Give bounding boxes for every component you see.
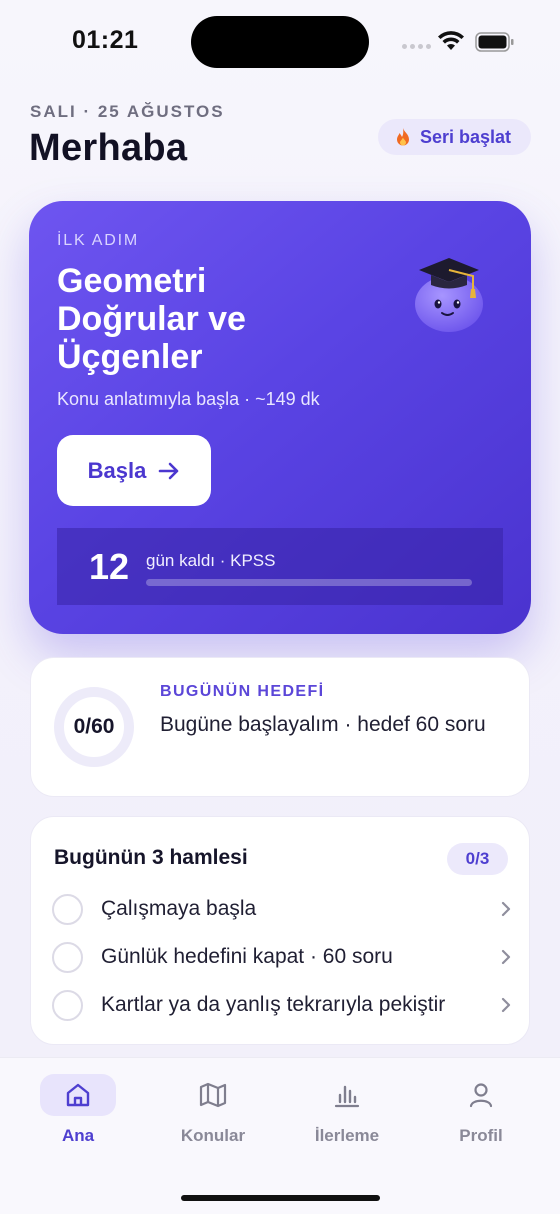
move-label: Kartlar ya da yanlış tekrarıyla pekiştir — [101, 993, 446, 1016]
bottom-tab-bar: Ana Konular İlerleme Profil — [0, 1057, 560, 1214]
move-checkbox[interactable] — [52, 941, 83, 973]
tab-label: Konular — [180, 1126, 246, 1145]
bar-chart-icon — [334, 1085, 360, 1108]
move-label: Çalışmaya başla — [101, 897, 257, 920]
user-icon — [469, 1083, 493, 1108]
goal-progress-text: 0/60 — [73, 715, 115, 738]
greeting-title: Merhaba — [29, 127, 188, 169]
move-checkbox[interactable] — [52, 893, 83, 925]
days-left-number: 12 — [89, 546, 130, 587]
tab-progress[interactable]: İlerleme — [297, 1074, 397, 1154]
move-item-start-studying[interactable]: Çalışmaya başla — [52, 889, 512, 929]
tab-topics[interactable]: Konular — [163, 1074, 263, 1154]
home-indicator — [181, 1195, 380, 1201]
graduate-mascot-icon — [415, 258, 483, 332]
chevron-right-icon — [501, 997, 511, 1013]
start-lesson-button[interactable]: Başla — [57, 435, 211, 506]
move-checkbox[interactable] — [52, 989, 83, 1021]
move-item-review[interactable]: Kartlar ya da yanlış tekrarıyla pekiştir — [52, 985, 512, 1025]
start-streak-button[interactable]: Seri başlat — [378, 119, 531, 155]
first-step-card[interactable]: İLK ADIM Geometri Doğrular ve Üçgenler K… — [29, 201, 531, 634]
daily-moves-card: Bugünün 3 hamlesi 0/3 Çalışmaya başla Gü… — [30, 816, 530, 1045]
status-time: 01:21 — [72, 26, 139, 54]
chevron-right-icon — [501, 949, 511, 965]
hero-subtitle: Konu anlatımıyla başla · ~149 dk — [57, 389, 320, 409]
camera-notch — [191, 16, 369, 68]
move-item-daily-goal[interactable]: Günlük hedefini kapat · 60 soru — [52, 937, 512, 977]
tab-profile[interactable]: Profil — [431, 1074, 531, 1154]
map-icon — [199, 1082, 227, 1108]
tab-label: Profil — [459, 1126, 503, 1145]
home-icon — [66, 1083, 90, 1107]
hero-kicker: İLK ADIM — [57, 232, 139, 249]
cellular-signal-icon — [402, 44, 431, 49]
move-label: Günlük hedefini kapat · 60 soru — [101, 945, 393, 968]
days-left-label: gün kaldı · KPSS — [146, 551, 276, 570]
chevron-right-icon — [501, 901, 511, 917]
status-bar: 01:21 — [0, 0, 560, 86]
wifi-icon — [438, 31, 464, 50]
exam-countdown: 12 gün kaldı · KPSS — [57, 528, 503, 605]
date-label: SALI · 25 AĞUSTOS — [30, 102, 225, 121]
hero-topic-title: Geometri Doğrular ve Üçgenler — [57, 262, 246, 376]
goal-kicker: BUGÜNÜN HEDEFİ — [160, 683, 325, 700]
daily-goal-card[interactable]: 0/60 BUGÜNÜN HEDEFİ Bugüne başlayalım · … — [30, 657, 530, 797]
goal-description: Bugüne başlayalım · hedef 60 soru — [160, 713, 486, 736]
tab-home[interactable]: Ana — [28, 1074, 128, 1154]
fire-icon — [397, 128, 409, 146]
tab-label: İlerleme — [314, 1126, 380, 1145]
start-lesson-label: Başla — [87, 457, 147, 483]
arrow-right-icon — [159, 462, 179, 479]
moves-title: Bugünün 3 hamlesi — [54, 846, 248, 869]
battery-icon — [475, 32, 514, 52]
moves-progress-badge: 0/3 — [447, 843, 508, 875]
start-streak-label: Seri başlat — [420, 126, 512, 147]
tab-label: Ana — [61, 1126, 95, 1145]
countdown-progress-bar — [146, 579, 472, 586]
